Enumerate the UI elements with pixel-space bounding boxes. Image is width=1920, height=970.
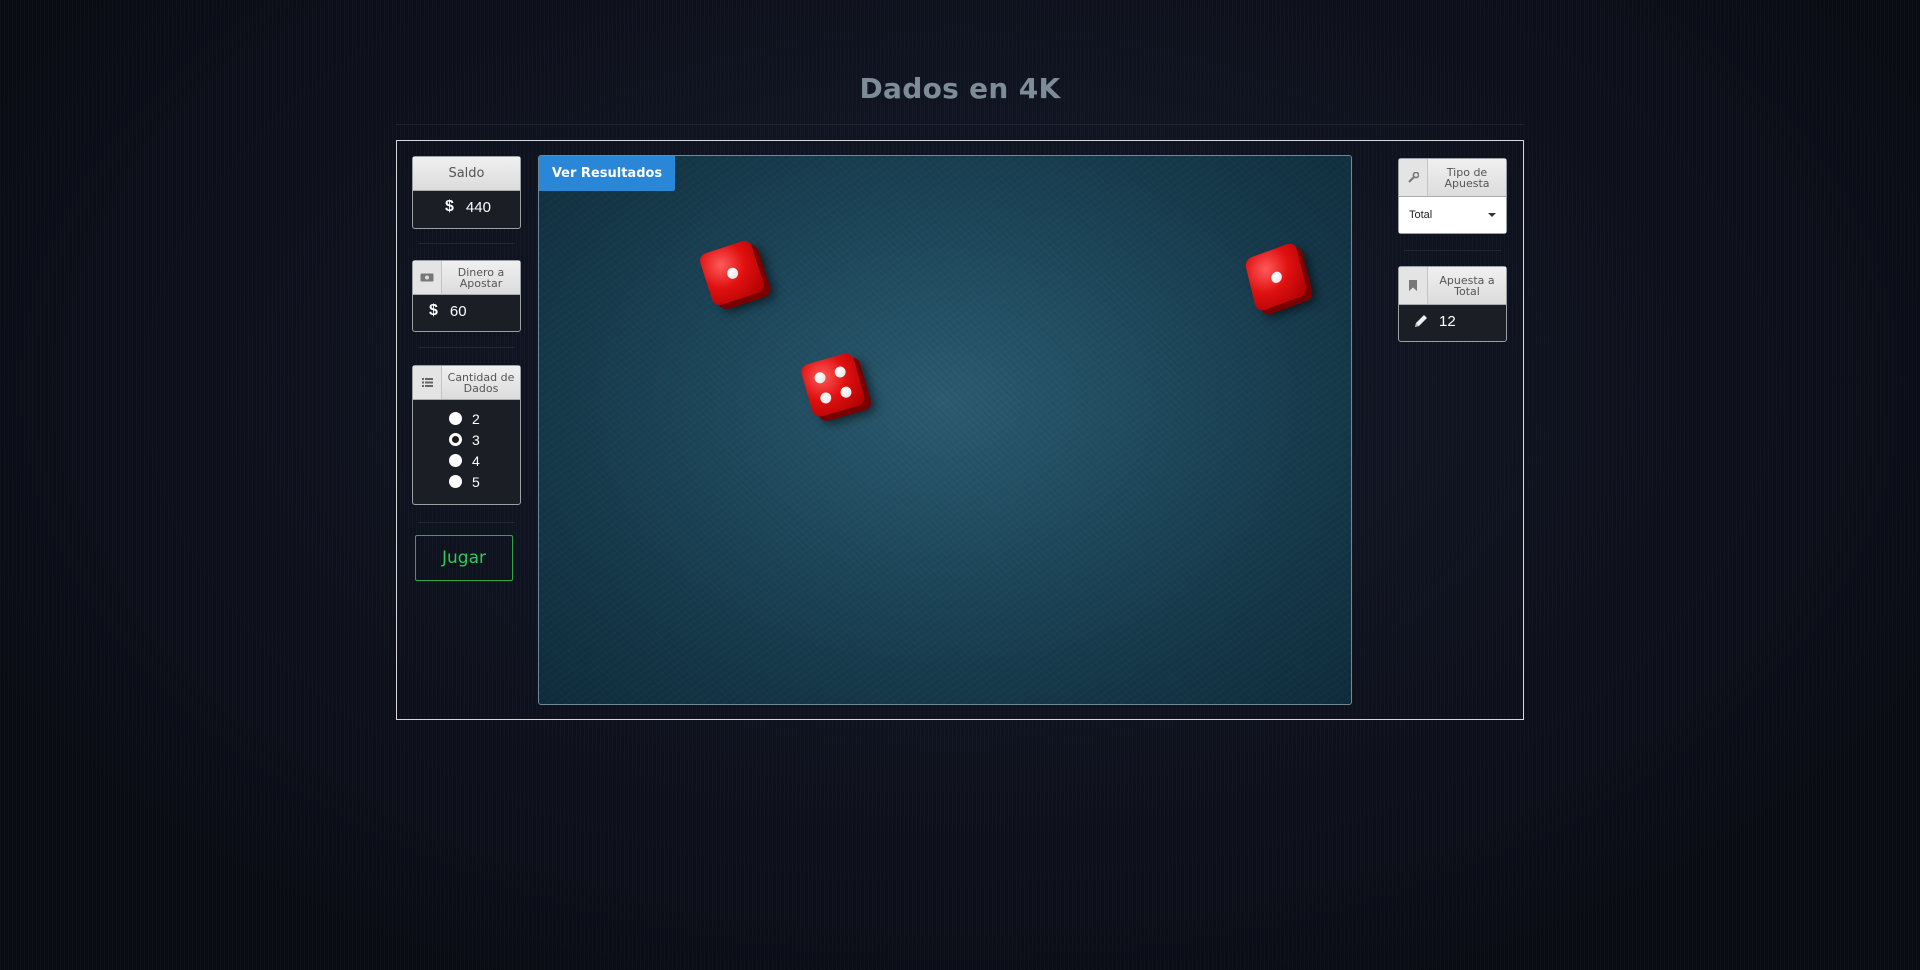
bet-amount-value[interactable]: 60 xyxy=(450,303,467,320)
bet-amount-widget: Dinero a Apostar $ 60 xyxy=(412,260,521,332)
die-pip xyxy=(839,385,854,400)
die-pip xyxy=(833,364,848,379)
balance-header: Saldo xyxy=(413,157,520,191)
bet-total-value-row[interactable]: 12 xyxy=(1399,305,1506,337)
balance-label: Saldo xyxy=(448,166,485,181)
dice-count-option[interactable]: 2 xyxy=(449,408,520,429)
dice-count-widget: Cantidad de Dados 2 3 4 5 xyxy=(412,365,521,505)
die-pip xyxy=(1269,269,1283,285)
bet-total-value[interactable]: 12 xyxy=(1439,313,1456,330)
dollar-icon: $ xyxy=(429,302,438,319)
dice-count-option-label: 3 xyxy=(472,431,480,448)
dice-table: Ver Resultados xyxy=(538,155,1352,705)
money-icon xyxy=(413,261,442,294)
pencil-icon xyxy=(1413,313,1429,329)
bet-type-header: Tipo de Apuesta xyxy=(1399,159,1506,197)
bet-amount-label: Dinero a Apostar xyxy=(457,265,505,290)
bet-total-header: Apuesta a Total xyxy=(1399,267,1506,305)
balance-value: 440 xyxy=(465,198,491,216)
bet-total-label: Apuesta a Total xyxy=(1439,273,1495,298)
die-pip xyxy=(812,370,827,385)
balance-value-row: $ 440 xyxy=(413,191,520,223)
view-results-button[interactable]: Ver Resultados xyxy=(539,156,675,191)
dollar-icon: $ xyxy=(445,198,454,215)
bet-amount-header: Dinero a Apostar xyxy=(413,261,520,295)
die-pip xyxy=(818,391,833,406)
bet-type-label: Tipo de Apuesta xyxy=(1444,165,1490,190)
title-divider xyxy=(396,124,1524,125)
die xyxy=(799,351,867,419)
bet-type-select[interactable]: Total xyxy=(1399,197,1506,233)
die xyxy=(697,238,767,308)
divider xyxy=(418,522,515,523)
radio-button[interactable] xyxy=(449,412,462,425)
dice-count-label: Cantidad de Dados xyxy=(447,370,515,395)
page-title: Dados en 4K xyxy=(859,72,1061,105)
play-button[interactable]: Jugar xyxy=(415,535,513,581)
balance-widget: Saldo $ 440 xyxy=(412,156,521,229)
list-icon xyxy=(413,366,442,399)
dice-count-header: Cantidad de Dados xyxy=(413,366,520,400)
radio-button[interactable] xyxy=(449,433,462,446)
dice-count-option-label: 2 xyxy=(472,410,480,427)
bet-type-widget: Tipo de Apuesta Total xyxy=(1398,158,1507,234)
radio-button[interactable] xyxy=(449,454,462,467)
radio-button[interactable] xyxy=(449,475,462,488)
dice-count-option[interactable]: 4 xyxy=(449,450,520,471)
die xyxy=(1244,241,1308,313)
wrench-icon xyxy=(1399,159,1428,196)
dice-count-option-label: 4 xyxy=(472,452,480,469)
die-pip xyxy=(725,266,739,280)
dice-count-options: 2 3 4 5 xyxy=(413,400,520,496)
chevron-down-icon xyxy=(1488,213,1496,217)
dice-count-option[interactable]: 3 xyxy=(449,429,520,450)
bet-type-selected-value: Total xyxy=(1409,209,1433,221)
divider xyxy=(1404,250,1501,251)
bet-total-widget: Apuesta a Total 12 xyxy=(1398,266,1507,342)
divider xyxy=(418,243,515,244)
dice-count-option-label: 5 xyxy=(472,473,480,490)
divider xyxy=(418,347,515,348)
bet-amount-value-row[interactable]: $ 60 xyxy=(413,295,520,327)
dice-count-option[interactable]: 5 xyxy=(449,471,520,492)
bookmark-icon xyxy=(1399,267,1428,304)
